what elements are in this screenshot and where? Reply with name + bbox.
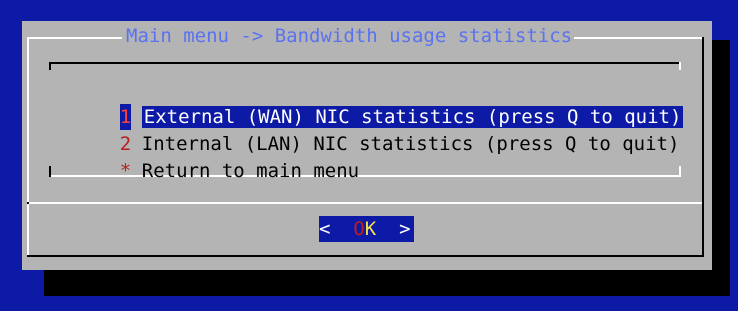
listbox-border [679,166,681,177]
ok-left-bracket: < [319,218,331,240]
frame-line [27,255,704,257]
frame-line [574,37,702,39]
listbox-border [49,62,681,64]
frame-line [702,37,704,257]
ok-right-bracket: > [399,218,411,240]
bandwidth-dialog: Main menu -> Bandwidth usage statistics … [22,21,712,270]
menu-item-internal-lan[interactable]: 2 Internal (LAN) NIC statistics (press Q … [74,105,680,155]
ok-label-prefix: O [353,218,365,240]
dialog-title: Main menu -> Bandwidth usage statistics [126,25,573,47]
button-separator [702,202,704,212]
ok-hotkey: K [364,218,377,240]
menu-item-return-main[interactable]: * Return to main menu [74,132,359,182]
listbox-border [679,62,681,70]
button-separator [27,202,704,204]
menu-item-tag: * [119,160,132,182]
ok-button[interactable]: < OK > [319,216,414,242]
menu-item-label: Return to main menu [141,160,360,182]
listbox-border [49,166,51,177]
frame-line [27,37,29,257]
listbox-border [49,62,51,70]
menu-item-external-wan[interactable]: 1 External (WAN) NIC statistics (press Q … [74,78,684,130]
button-separator [27,202,29,204]
frame-line [27,37,122,39]
